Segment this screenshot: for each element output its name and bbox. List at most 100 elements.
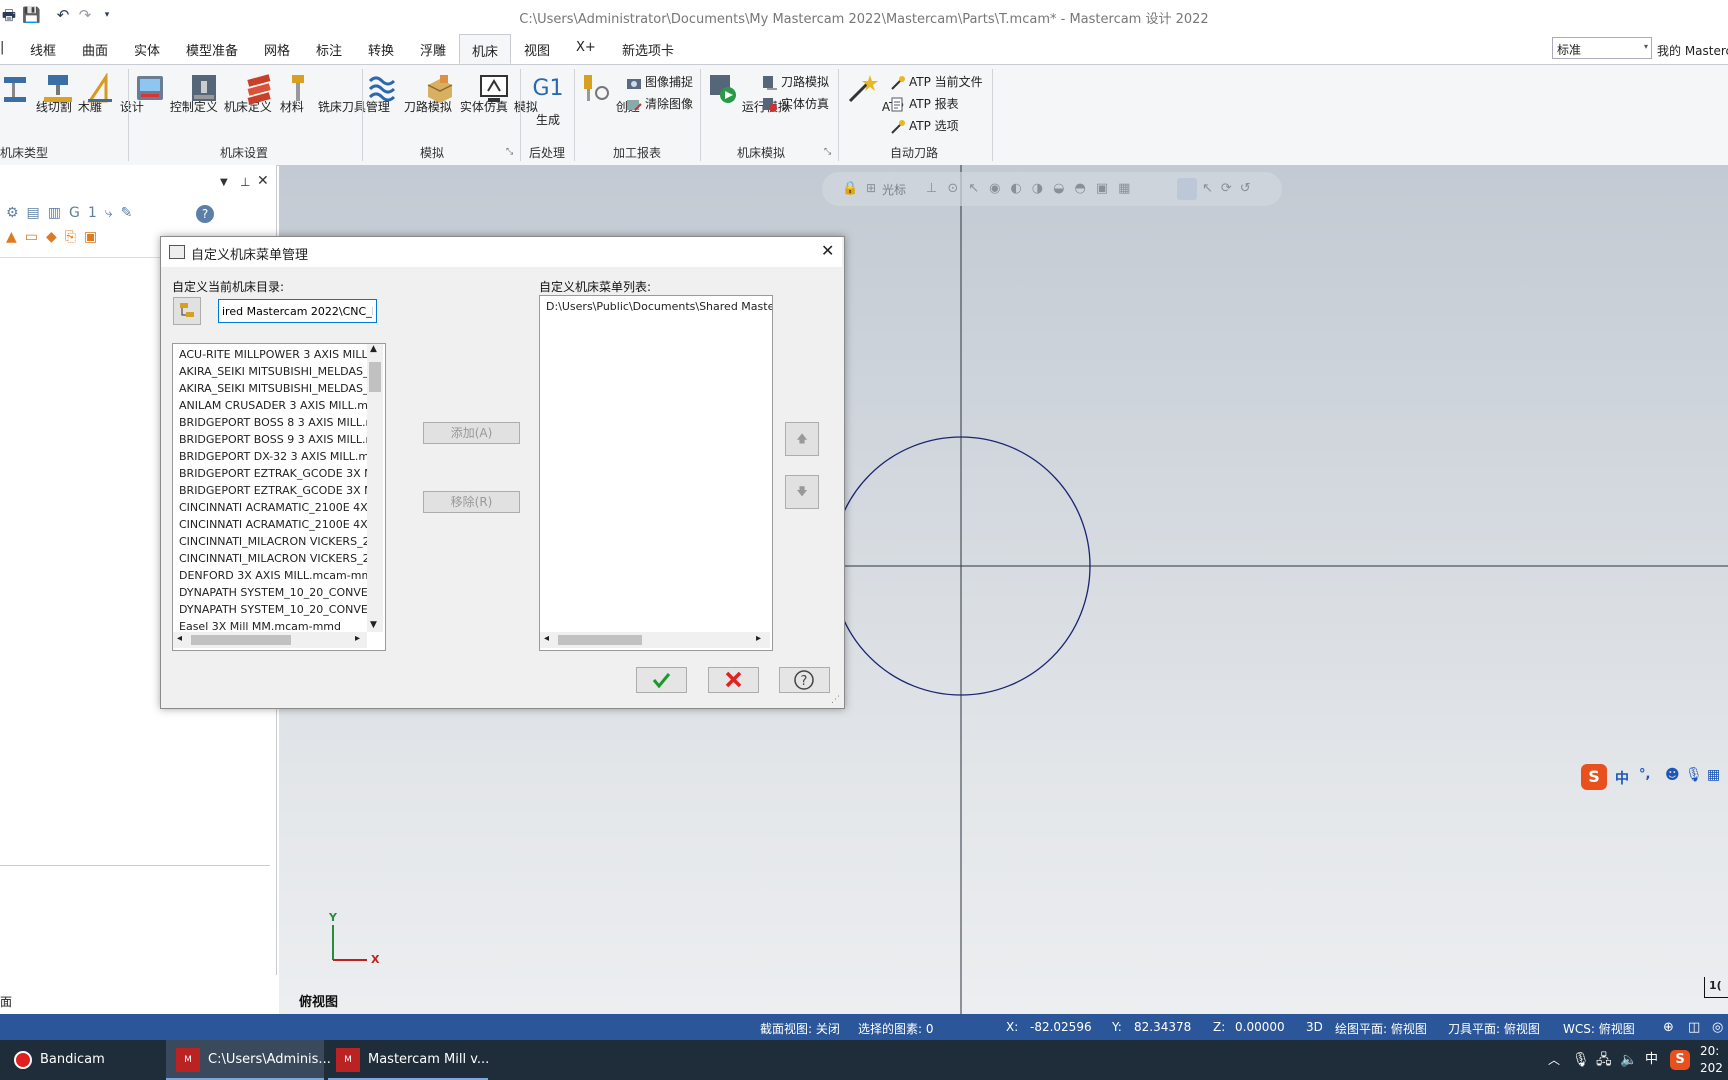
globe-icon[interactable]: ⊕	[1663, 1020, 1674, 1035]
scroll-up-icon[interactable]: ▲	[370, 344, 377, 354]
tab-relief[interactable]: 浮雕	[420, 40, 446, 59]
tab-solid[interactable]: 实体	[134, 40, 160, 59]
tab-xplus[interactable]: X+	[576, 40, 596, 55]
cursor-snap-icon[interactable]: ⊞	[866, 181, 876, 195]
vertical-scrollbar[interactable]: ▲ ▼	[367, 344, 383, 632]
tray-microphone-icon[interactable]: 🎙	[1572, 1040, 1590, 1080]
standard-dropdown[interactable]: 标准 ▾	[1552, 37, 1652, 59]
scroll-thumb[interactable]	[191, 635, 291, 645]
list-item[interactable]: CINCINNATI ACRAMATIC_2100E 4X MILL.m	[173, 516, 367, 533]
list-item[interactable]: BRIDGEPORT DX-32 3 AXIS MILL.mcam-mm	[173, 448, 367, 465]
run-simulation-button[interactable]: 运行模拟	[706, 73, 790, 115]
scroll-thumb[interactable]	[558, 635, 642, 645]
list-item[interactable]: ANILAM CRUSADER 3 AXIS MILL.mcam-mmd	[173, 397, 367, 414]
clear-images-button[interactable]: 清除图像	[626, 95, 693, 113]
stock-material-button[interactable]: 材料	[244, 73, 304, 115]
control-definition-button[interactable]: 控制定义	[134, 73, 218, 115]
ok-button[interactable]	[636, 667, 687, 693]
toolpath-toolbar-row-2[interactable]: ▲▭◆⎘▣	[6, 229, 156, 249]
list-item[interactable]: BRIDGEPORT EZTRAK_GCODE 3X MILL MM	[173, 465, 367, 482]
atp-current-file-button[interactable]: ATP 当前文件	[890, 73, 983, 91]
tab-machine[interactable]: 机床	[459, 34, 512, 64]
ime-punct-label[interactable]: °,	[1639, 767, 1650, 782]
list-item[interactable]: D:\Users\Public\Documents\Shared Masterc…	[540, 298, 772, 315]
design-button[interactable]: 设计	[84, 72, 144, 115]
tab-new[interactable]: 新选项卡	[622, 40, 674, 59]
tab-transform[interactable]: 转换	[368, 40, 394, 59]
view-tools-icon[interactable]: ↖⟳↺	[1202, 181, 1259, 196]
machine-verify-button[interactable]: 实体仿真	[762, 95, 829, 113]
microphone-icon[interactable]: 🎙	[1685, 767, 1703, 783]
list-item[interactable]: DENFORD 3X AXIS MILL.mcam-mmd	[173, 567, 367, 584]
horizontal-scrollbar[interactable]: ◂ ▸	[540, 632, 770, 648]
scroll-down-icon[interactable]: ▼	[370, 620, 377, 630]
tab-wireframe[interactable]: 线框	[30, 40, 56, 59]
move-down-button[interactable]: 🡇	[785, 475, 819, 509]
panel-menu-icon[interactable]: ▼	[220, 177, 228, 188]
section-view-status[interactable]: 截面视图: 关闭	[760, 1020, 840, 1037]
dialog-launcher-icon[interactable]: ⤡	[824, 147, 831, 157]
wcs-status[interactable]: WCS: 俯视图	[1563, 1020, 1635, 1037]
toolpath-toolbar-row-1[interactable]: ⚙▤▥G1⤷✎	[6, 205, 216, 225]
atp-button[interactable]: ATP	[846, 73, 904, 114]
tray-ime-lang[interactable]: 中	[1645, 1040, 1658, 1080]
help-button[interactable]: ?	[779, 667, 830, 693]
network-icon[interactable]: 🖧	[1596, 1040, 1612, 1080]
cursor-label[interactable]: 光标	[882, 181, 906, 198]
tab-cut-off[interactable]: |	[0, 40, 4, 55]
list-item[interactable]: AKIRA_SEIKI MITSUBISHI_MELDAS_64 4X M	[173, 363, 367, 380]
list-item[interactable]: DYNAPATH SYSTEM_10_20_CONVERSATIC	[173, 601, 367, 618]
list-item[interactable]: CINCINNATI ACRAMATIC_2100E 4X MILL M	[173, 499, 367, 516]
cancel-button[interactable]	[708, 667, 759, 693]
settings-icon[interactable]: ◎	[1712, 1020, 1723, 1035]
tab-view[interactable]: 视图	[524, 40, 550, 59]
scroll-left-icon[interactable]: ◂	[544, 633, 549, 644]
tab-model-prep[interactable]: 模型准备	[186, 40, 238, 59]
atp-options-button[interactable]: ATP 选项	[890, 117, 959, 135]
pin-icon[interactable]: ⊥	[240, 175, 250, 189]
list-item[interactable]: BRIDGEPORT BOSS 9 3 AXIS MILL.mcam-mm	[173, 431, 367, 448]
tab-surface[interactable]: 曲面	[82, 40, 108, 59]
my-mastercam-link[interactable]: 我的 Masterc	[1657, 42, 1728, 59]
dialog-close-icon[interactable]: ✕	[821, 241, 834, 260]
tool-plane-status[interactable]: 刀具平面: 俯视图	[1448, 1020, 1540, 1037]
simulate-button[interactable]: 模拟	[478, 73, 538, 115]
list-item[interactable]: AKIRA_SEIKI MITSUBISHI_MELDAS_64 4X M	[173, 380, 367, 397]
list-item[interactable]: BRIDGEPORT BOSS 8 3 AXIS MILL.mcam-mm	[173, 414, 367, 431]
move-up-button[interactable]: 🡅	[785, 422, 819, 456]
tray-sogou-icon[interactable]: S	[1670, 1050, 1690, 1070]
verify-button[interactable]: 实体仿真	[424, 73, 508, 115]
dialog-title-bar[interactable]: 自定义机床菜单管理 ✕	[161, 237, 842, 267]
backplot-button[interactable]: 刀路模拟	[368, 73, 452, 115]
scroll-right-icon[interactable]: ▸	[355, 633, 360, 644]
directory-input[interactable]	[218, 299, 377, 323]
keyboard-icon[interactable]: ▦	[1707, 767, 1720, 783]
router-button[interactable]: 木雕	[42, 73, 102, 115]
create-report-button[interactable]: 创建	[580, 73, 640, 115]
clock-date[interactable]: 202	[1700, 1061, 1723, 1076]
dialog-launcher-icon[interactable]: ⤡	[506, 147, 513, 157]
emoji-icon[interactable]: ☻	[1665, 767, 1680, 783]
taskbar-mastercam-file[interactable]: M C:\Users\Adminis...	[166, 1040, 331, 1080]
ime-lang-label[interactable]: 中	[1615, 768, 1629, 788]
scroll-thumb[interactable]	[369, 362, 381, 392]
machine-definition-button[interactable]: 机床定义	[188, 73, 272, 115]
list-item[interactable]: CINCINNATI_MILACRON VICKERS_2100 4X	[173, 533, 367, 550]
machine-file-list[interactable]: ACU-RITE MILLPOWER 3 AXIS MILL.mcam-m AK…	[172, 343, 386, 651]
scroll-left-icon[interactable]: ◂	[177, 633, 182, 644]
post-generate-button[interactable]: G1 生成	[526, 73, 570, 128]
active-select-icon[interactable]	[1177, 178, 1197, 200]
ime-toolbar[interactable]: S 中 °, ☻ 🎙 ▦	[1581, 762, 1728, 792]
3d-mode-toggle[interactable]: 3D	[1306, 1020, 1323, 1034]
selection-tools-icon[interactable]: ⊥⊙↖◉◐◑◒◓▣▦	[926, 181, 1140, 196]
taskbar-mastercam-mill[interactable]: M Mastercam Mill v...	[328, 1040, 489, 1080]
resize-grip-icon[interactable]: ⋰	[831, 695, 840, 705]
close-icon[interactable]: ✕	[257, 173, 269, 189]
view-cube-icon[interactable]: ◫	[1688, 1020, 1700, 1035]
tab-mesh[interactable]: 网格	[264, 40, 290, 59]
tab-dimension[interactable]: 标注	[316, 40, 342, 59]
atp-report-button[interactable]: ATP 报表	[890, 95, 959, 113]
machine-backplot-button[interactable]: 刀路模拟	[762, 73, 829, 91]
taskbar-bandicam[interactable]: Bandicam	[0, 1040, 160, 1080]
lock-icon[interactable]: 🔒	[842, 181, 858, 196]
